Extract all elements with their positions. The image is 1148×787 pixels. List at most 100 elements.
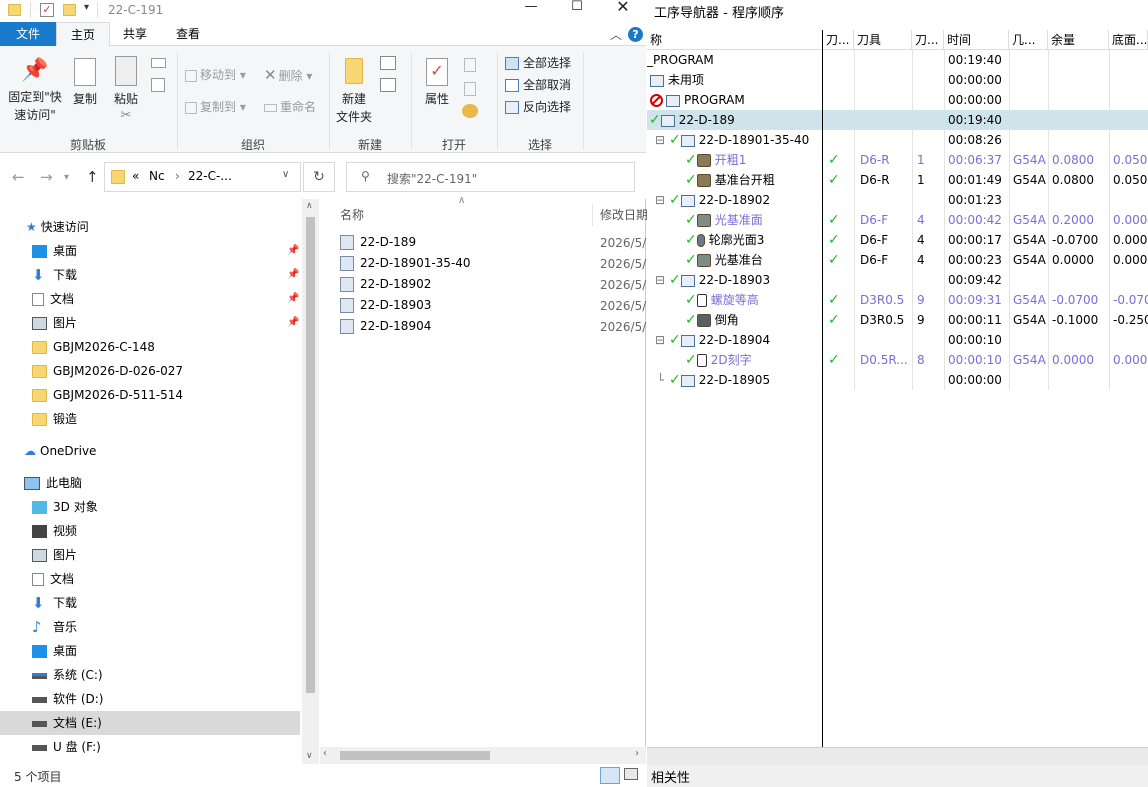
nav-item-videos[interactable]: 视频 <box>0 519 300 543</box>
breadcrumb-chevron-icon[interactable]: › <box>175 169 180 183</box>
copy-button[interactable]: 复制 <box>68 58 102 108</box>
nav-item-pictures[interactable]: 图片 📌 <box>0 311 300 335</box>
recent-locations-icon[interactable]: ▾ <box>64 172 69 183</box>
nav-item-pictures[interactable]: 图片 <box>0 543 300 567</box>
file-row[interactable]: 22-D-18904 <box>340 316 431 337</box>
column-header-path-status[interactable]: 刀... <box>823 30 854 50</box>
refresh-button[interactable]: ↻ <box>303 162 335 192</box>
scroll-down-icon[interactable]: ∨ <box>306 751 313 761</box>
tree-collapse-icon[interactable]: ⊟ <box>655 190 665 210</box>
operation-row[interactable]: ✓ 光基准台 ✓ D6-F 4 00:00:23 G54A 0.0000 0.00… <box>647 250 1148 270</box>
column-header-tool[interactable]: 刀具 <box>854 30 912 50</box>
file-list-hscrollbar[interactable]: ‹ › <box>320 747 646 764</box>
copy-path-icon[interactable] <box>151 58 166 68</box>
nav-item-folder[interactable]: GBJM2026-D-026-027 <box>0 359 300 383</box>
operation-row[interactable]: 未用项 00:00:00 <box>647 70 1148 90</box>
nav-onedrive[interactable]: ☁ OneDrive <box>0 439 300 463</box>
help-icon[interactable]: ? <box>628 27 643 42</box>
address-overflow[interactable]: « <box>132 169 139 183</box>
pin-to-quick-access-button[interactable]: 📌 固定到"快 速访问" <box>8 58 62 124</box>
tree-collapse-icon[interactable]: ⊟ <box>655 270 665 290</box>
nav-item-drive-e[interactable]: 文档 (E:) <box>0 711 300 735</box>
column-header-date[interactable]: 修改日期 <box>600 206 648 223</box>
maximize-button[interactable]: ☐ <box>554 0 600 22</box>
nav-item-desktop[interactable]: 桌面 📌 <box>0 239 300 263</box>
properties-button[interactable]: ✓ 属性 <box>420 58 454 108</box>
search-input[interactable]: ⚲ 搜索"22-C-191" <box>346 162 635 192</box>
address-bar[interactable]: « Nc › 22-C-... ∨ <box>104 162 301 192</box>
operation-row[interactable]: ✓ 开粗1 ✓ D6-R 1 00:06:37 G54A 0.0800 0.050… <box>647 150 1148 170</box>
operation-row[interactable]: ✓ 螺旋等高 ✓ D3R0.5 9 00:09:31 G54A -0.0700 -… <box>647 290 1148 310</box>
rename-button[interactable]: 重命名 <box>264 97 316 117</box>
nav-item-drive-c[interactable]: 系统 (C:) <box>0 663 300 687</box>
nav-item-music[interactable]: ♪ 音乐 <box>0 615 300 639</box>
operation-row[interactable]: ⊟ ✓ 22-D-18902 00:01:23 <box>647 190 1148 210</box>
close-button[interactable]: ✕ <box>600 0 646 22</box>
column-divider[interactable] <box>592 204 593 226</box>
nav-scrollbar[interactable]: ∧ ∨ <box>302 199 319 766</box>
easy-access-icon[interactable] <box>380 78 396 92</box>
properties-qat-icon[interactable]: ✓ <box>40 3 54 17</box>
nav-quick-access[interactable]: ★ 快速访问 <box>0 215 300 239</box>
forward-arrow-icon[interactable]: → <box>40 168 53 186</box>
operation-row[interactable]: ⊟ ✓ 22-D-18904 00:00:10 <box>647 330 1148 350</box>
breadcrumb-segment[interactable]: Nc <box>149 169 165 183</box>
column-header-stock[interactable]: 余量 <box>1048 30 1109 50</box>
breadcrumb-segment[interactable]: 22-C-... <box>188 169 232 183</box>
nav-item-drive-f[interactable]: U 盘 (F:) <box>0 735 300 759</box>
invert-selection-button[interactable]: 反向选择 <box>505 97 571 117</box>
scroll-up-icon[interactable]: ∧ <box>306 201 313 211</box>
new-item-icon[interactable] <box>380 56 396 70</box>
operation-row[interactable]: ✓ 光基准面 ✓ D6-F 4 00:00:42 G54A 0.2000 0.00… <box>647 210 1148 230</box>
pin-icon[interactable]: 📌 <box>287 287 299 311</box>
pin-icon[interactable]: 📌 <box>287 239 299 263</box>
column-header-geometry[interactable]: 几... <box>1009 30 1048 50</box>
nav-item-3d-objects[interactable]: 3D 对象 <box>0 495 300 519</box>
operation-row-selected[interactable]: ✓ 22-D-189 00:19:40 <box>647 110 1148 130</box>
up-arrow-icon[interactable]: ↑ <box>86 168 99 186</box>
nav-item-folder[interactable]: GBJM2026-C-148 <box>0 335 300 359</box>
new-folder-qat-icon[interactable] <box>63 4 76 16</box>
nav-item-folder[interactable]: 锻造 <box>0 407 300 431</box>
file-row[interactable]: 22-D-18902 <box>340 274 431 295</box>
scroll-right-icon[interactable]: › <box>635 748 639 759</box>
operation-row[interactable]: _PROGRAM 00:19:40 <box>647 50 1148 70</box>
file-row[interactable]: 22-D-18903 <box>340 295 431 316</box>
tree-collapse-icon[interactable]: ⊟ <box>655 130 665 150</box>
nav-item-downloads[interactable]: ⬇ 下载 📌 <box>0 263 300 287</box>
file-row[interactable]: 22-D-189 <box>340 232 416 253</box>
operation-row[interactable]: ✓ 轮廓光面3 ✓ D6-F 4 00:00:17 G54A -0.0700 0.… <box>647 230 1148 250</box>
cut-icon[interactable]: ✂ <box>108 108 144 123</box>
column-header-floor-stock[interactable]: 底面... <box>1109 30 1148 50</box>
back-arrow-icon[interactable]: ← <box>12 168 25 186</box>
nav-item-documents[interactable]: 文档 <box>0 567 300 591</box>
tree-collapse-icon[interactable]: ⊟ <box>655 330 665 350</box>
paste-shortcut-icon[interactable] <box>151 78 165 92</box>
history-icon[interactable] <box>462 104 478 118</box>
edit-icon[interactable] <box>464 82 476 96</box>
scroll-thumb[interactable] <box>340 751 490 760</box>
qat-dropdown-icon[interactable]: ▾ <box>84 2 89 13</box>
pin-icon[interactable]: 📌 <box>287 263 299 287</box>
nav-this-pc[interactable]: 此电脑 <box>0 471 300 495</box>
tab-view[interactable]: 查看 <box>162 22 214 46</box>
operation-row[interactable]: ✓ 倒角 ✓ D3R0.5 9 00:00:11 G54A -0.1000 -0.… <box>647 310 1148 330</box>
operation-row[interactable]: ✓ 2D刻字 ✓ D0.5R... 8 00:00:10 G54A 0.0000 … <box>647 350 1148 370</box>
scroll-left-icon[interactable]: ‹ <box>323 748 327 759</box>
dependencies-panel-header[interactable]: 相关性 <box>647 765 1148 787</box>
open-icon[interactable] <box>464 58 476 72</box>
copy-to-button[interactable]: 复制到 ▾ <box>185 97 246 117</box>
tab-home[interactable]: 主页 <box>56 22 110 47</box>
scroll-thumb[interactable] <box>306 217 315 693</box>
pin-icon[interactable]: 📌 <box>287 311 299 335</box>
paste-button[interactable]: 粘贴 ✂ <box>108 56 144 123</box>
column-header-tool-number[interactable]: 刀... <box>912 30 944 50</box>
select-all-button[interactable]: 全部选择 <box>505 53 571 73</box>
chevron-down-icon[interactable]: ∨ <box>282 169 289 180</box>
column-header-name[interactable]: 名称 <box>340 206 364 223</box>
tab-share[interactable]: 共享 <box>110 22 160 46</box>
column-header-name[interactable]: 称 <box>647 30 823 50</box>
nav-item-drive-d[interactable]: 软件 (D:) <box>0 687 300 711</box>
nav-item-downloads[interactable]: ⬇ 下载 <box>0 591 300 615</box>
collapse-ribbon-icon[interactable]: ︿ <box>610 26 622 43</box>
